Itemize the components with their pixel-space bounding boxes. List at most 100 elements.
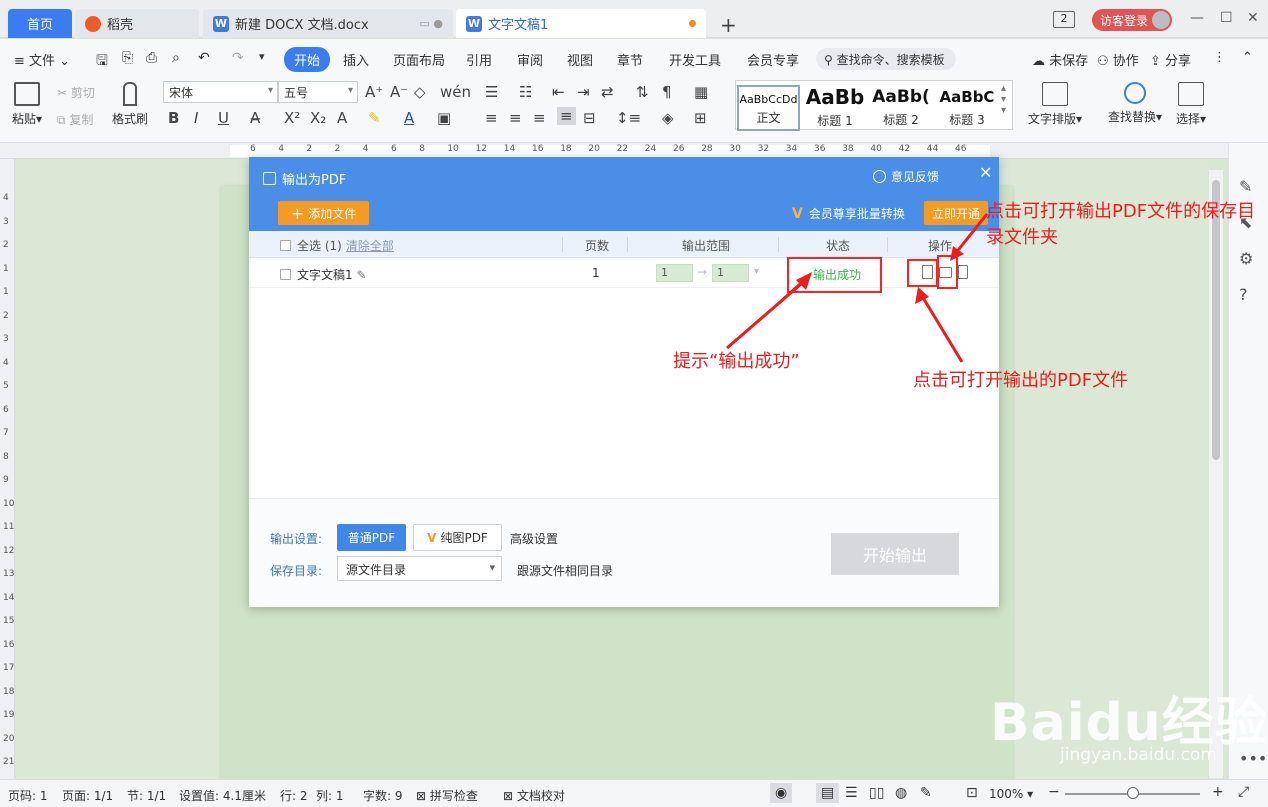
- rename-icon[interactable]: ✎: [356, 268, 366, 282]
- normal-pdf-button[interactable]: 普通PDF: [337, 524, 406, 551]
- status-section[interactable]: 节: 1/1: [127, 787, 166, 804]
- delete-icon[interactable]: [958, 265, 968, 279]
- read-view-icon[interactable]: ▯▯: [869, 785, 884, 801]
- status-words[interactable]: 字数: 9: [363, 787, 403, 804]
- settings-sliders-icon[interactable]: ⚙: [1239, 249, 1253, 268]
- sort-icon[interactable]: ⇅: [636, 83, 649, 101]
- new-tab-button[interactable]: +: [720, 13, 737, 37]
- increase-indent-icon[interactable]: ⇥: [577, 83, 590, 101]
- find-replace-button[interactable]: 查找替换▾: [1104, 82, 1166, 125]
- line-spacing-icon[interactable]: ↕≡: [616, 109, 641, 127]
- advanced-settings-link[interactable]: 高级设置: [510, 530, 558, 547]
- dialog-close-icon[interactable]: ✕: [979, 163, 992, 182]
- maximize-icon[interactable]: ☐: [1220, 10, 1233, 26]
- guest-login-button[interactable]: 访客登录: [1092, 9, 1172, 31]
- status-col[interactable]: 列: 1: [316, 787, 344, 804]
- minimize-icon[interactable]: —: [1190, 10, 1204, 26]
- undo-icon[interactable]: ↶: [198, 50, 210, 66]
- style-scroll-icon[interactable]: ▴ ▾ ▾: [1001, 83, 1006, 116]
- window-count-badge[interactable]: 2: [1053, 11, 1075, 28]
- clear-format-icon[interactable]: ◇: [414, 83, 426, 101]
- align-right-icon[interactable]: ≡: [533, 109, 546, 127]
- range-to-input[interactable]: 1: [712, 264, 749, 282]
- collaborate-button[interactable]: ⚇ 协作: [1097, 50, 1139, 69]
- tab-docx[interactable]: W 新建 DOCX 文档.docx ▭ ●: [203, 9, 453, 38]
- save-dir-select[interactable]: 源文件目录: [337, 556, 502, 581]
- help-icon[interactable]: ?: [1239, 285, 1248, 304]
- status-setting[interactable]: 设置值: 4.1厘米: [179, 787, 266, 804]
- shrink-font-icon[interactable]: A⁻: [390, 83, 408, 101]
- show-marks-icon[interactable]: ¶: [662, 83, 672, 101]
- menu-start[interactable]: 开始: [284, 47, 331, 72]
- eye-protect-icon[interactable]: ◉: [770, 783, 793, 803]
- redo-icon[interactable]: ↷: [232, 50, 244, 66]
- grow-font-icon[interactable]: A⁺: [365, 83, 383, 101]
- decrease-indent-icon[interactable]: ⇤: [552, 83, 565, 101]
- chinese-layout-icon[interactable]: ⇄: [601, 83, 614, 101]
- menu-chapter[interactable]: 章节: [617, 50, 643, 69]
- text-effect-icon[interactable]: A: [337, 109, 347, 127]
- menu-developer[interactable]: 开发工具: [669, 50, 721, 69]
- web-view-icon[interactable]: ◍: [895, 785, 907, 801]
- status-row[interactable]: 行: 2: [280, 787, 308, 804]
- strikethrough-icon[interactable]: A̶: [250, 109, 260, 127]
- menu-member[interactable]: 会员专享: [747, 50, 799, 69]
- clear-all-link[interactable]: 清除全部: [346, 239, 394, 253]
- align-left-icon[interactable]: ≡: [485, 109, 498, 127]
- bold-icon[interactable]: B: [168, 109, 179, 127]
- paste-button[interactable]: 粘贴▾: [10, 82, 44, 127]
- zoom-out-icon[interactable]: −: [1048, 784, 1060, 800]
- font-name-select[interactable]: 宋体: [163, 81, 278, 103]
- style-heading3[interactable]: AaBbC 标题 3: [935, 85, 999, 128]
- menu-references[interactable]: 引用: [466, 50, 492, 69]
- highlight-icon[interactable]: ✎: [368, 109, 381, 127]
- justify-icon[interactable]: ≡: [557, 107, 576, 125]
- font-color-icon[interactable]: A: [404, 109, 414, 127]
- zoom-slider-handle[interactable]: [1127, 787, 1139, 799]
- fullscreen-icon[interactable]: ⤢: [1238, 784, 1249, 800]
- pinyin-icon[interactable]: wén: [440, 83, 471, 101]
- export-icon[interactable]: ⎘: [122, 50, 133, 66]
- menu-file[interactable]: ≡ 文件 ⌄: [14, 50, 70, 69]
- subscript-icon[interactable]: X₂: [310, 109, 326, 127]
- print-preview-icon[interactable]: ⌕: [172, 50, 180, 66]
- customize-quick-access-icon[interactable]: ▾: [259, 50, 265, 63]
- bullet-list-icon[interactable]: ☰: [485, 83, 498, 101]
- style-heading2[interactable]: AaBb(标题 2: [869, 85, 933, 128]
- table-icon[interactable]: ▦: [694, 83, 708, 101]
- outline-view-icon[interactable]: ☰: [845, 785, 858, 801]
- fit-page-icon[interactable]: ⊡: [966, 785, 978, 801]
- align-center-icon[interactable]: ≡: [509, 109, 522, 127]
- numbered-list-icon[interactable]: ☷: [519, 83, 532, 101]
- style-heading1[interactable]: AaBb 标题 1: [803, 85, 867, 129]
- tab-active-doc[interactable]: W 文字文稿1: [456, 9, 706, 38]
- start-export-button[interactable]: 开始输出: [831, 533, 959, 575]
- range-from-input[interactable]: 1: [656, 264, 693, 282]
- save-icon[interactable]: 🖫: [96, 50, 108, 74]
- vertical-ruler[interactable]: 432112345678910111213141516171819202122: [0, 159, 15, 791]
- menu-view[interactable]: 视图: [567, 50, 593, 69]
- spell-check-button[interactable]: ⊠ 拼写检查: [416, 787, 478, 804]
- share-button[interactable]: ⇪ 分享: [1150, 50, 1191, 69]
- tab-daoke[interactable]: 稻壳: [75, 9, 199, 38]
- select-all-checkbox[interactable]: 全选 (1) 清除全部: [280, 237, 394, 254]
- menu-review[interactable]: 审阅: [517, 50, 543, 69]
- pen-icon[interactable]: ✎: [1239, 177, 1252, 196]
- add-file-button[interactable]: + 添加文件: [278, 201, 369, 225]
- close-window-icon[interactable]: ✕: [1247, 10, 1259, 26]
- zoom-level[interactable]: 100% ▾: [989, 787, 1033, 801]
- shading-icon[interactable]: ◈: [662, 109, 674, 127]
- unsaved-status[interactable]: ☁ 未保存: [1032, 50, 1088, 69]
- select-button[interactable]: 选择▾: [1172, 82, 1210, 127]
- underline-icon[interactable]: U: [218, 109, 229, 127]
- open-membership-button[interactable]: 立即开通: [924, 201, 988, 225]
- menu-insert[interactable]: 插入: [343, 50, 369, 69]
- superscript-icon[interactable]: X²: [284, 109, 300, 127]
- status-page-num[interactable]: 页码: 1: [8, 787, 48, 804]
- write-view-icon[interactable]: ✎: [920, 785, 932, 801]
- style-normal[interactable]: AaBbCcDd 正文: [737, 85, 800, 131]
- copy-button[interactable]: ⧉ 复制: [57, 111, 93, 128]
- distribute-icon[interactable]: ⊟: [583, 109, 596, 127]
- tab-home[interactable]: 首页: [8, 9, 72, 38]
- pure-image-pdf-button[interactable]: V 纯图PDF: [413, 524, 502, 551]
